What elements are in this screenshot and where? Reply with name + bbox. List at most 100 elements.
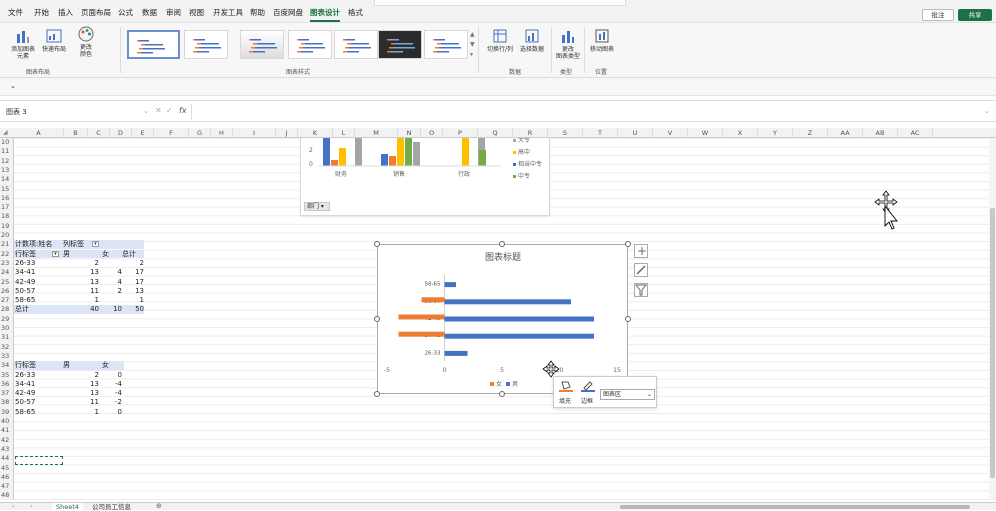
chart-style-thumb-4[interactable] — [288, 30, 332, 59]
table2-female-value[interactable]: -4 — [100, 389, 122, 398]
collapse-icon[interactable]: ⌄ — [10, 82, 16, 90]
pivot-row-label[interactable]: 26-33 — [15, 259, 35, 268]
pivot-female-value[interactable] — [100, 259, 122, 268]
row-header-45[interactable]: 45 — [0, 464, 14, 473]
column-header-V[interactable]: V — [653, 128, 688, 138]
row-header-47[interactable]: 47 — [0, 482, 14, 491]
pivot-total-header[interactable]: 总计 — [122, 250, 136, 259]
table2-male-value[interactable]: 11 — [77, 398, 99, 407]
row-header-10[interactable]: 10 — [0, 138, 14, 147]
pivot-row-label[interactable]: 34-41 — [15, 268, 35, 277]
tab-prev-icon[interactable]: ‹ — [12, 503, 14, 510]
menu-item-8[interactable]: 开发工具 — [213, 7, 243, 18]
search-box[interactable] — [374, 0, 626, 6]
table2-female-value[interactable]: -4 — [100, 380, 122, 389]
row-header-28[interactable]: 28 — [0, 305, 14, 314]
pivot-male-value[interactable]: 2 — [77, 259, 99, 268]
row-header-36[interactable]: 36 — [0, 380, 14, 389]
pivot-female-value[interactable]: 4 — [100, 278, 122, 287]
row-header-32[interactable]: 32 — [0, 343, 14, 352]
table2-female-header[interactable]: 女 — [102, 361, 109, 370]
vertical-scroll-thumb[interactable] — [990, 208, 995, 478]
row-header-14[interactable]: 14 — [0, 175, 14, 184]
confirm-icon[interactable]: ✓ — [166, 106, 173, 115]
pivot-grand-total-value[interactable]: 50 — [122, 305, 144, 314]
menu-item-4[interactable]: 公式 — [118, 7, 133, 18]
column-header-AA[interactable]: AA — [828, 128, 863, 138]
resize-handle-2[interactable] — [625, 241, 631, 247]
menu-item-7[interactable]: 视图 — [189, 7, 204, 18]
column-header-O[interactable]: O — [421, 128, 443, 138]
column-header-S[interactable]: S — [548, 128, 583, 138]
border-button[interactable] — [581, 380, 597, 392]
move-chart-button[interactable]: 移动图表 — [588, 28, 616, 53]
table2-row-label[interactable]: 26-33 — [15, 371, 35, 380]
row-header-40[interactable]: 40 — [0, 417, 14, 426]
column-header-K[interactable]: K — [298, 128, 333, 138]
column-header-L[interactable]: L — [333, 128, 355, 138]
pivot-col-label-header[interactable]: 列标签 — [63, 240, 84, 249]
column-header-W[interactable]: W — [688, 128, 723, 138]
column-header-H[interactable]: H — [211, 128, 233, 138]
row-header-21[interactable]: 21 — [0, 240, 14, 249]
chart-styles-button[interactable] — [634, 263, 648, 277]
chart-elements-button[interactable]: + — [634, 244, 648, 258]
pivot-grand-total-male[interactable]: 40 — [77, 305, 99, 314]
pivot-female-value[interactable]: 4 — [100, 268, 122, 277]
row-header-22[interactable]: 22 — [0, 250, 14, 259]
row-header-37[interactable]: 37 — [0, 389, 14, 398]
pivot-male-header[interactable]: 男 — [63, 250, 70, 259]
chart-filters-button[interactable] — [634, 283, 648, 297]
menu-item-10[interactable]: 百度网盘 — [273, 7, 303, 18]
name-box[interactable]: 图表 3 — [3, 105, 143, 119]
row-header-18[interactable]: 18 — [0, 212, 14, 221]
pivot-total-value[interactable]: 17 — [122, 278, 144, 287]
table2-row-label[interactable]: 50-57 — [15, 398, 35, 407]
chart-style-thumb-5[interactable] — [334, 30, 378, 59]
row-header-46[interactable]: 46 — [0, 473, 14, 482]
resize-handle-3[interactable] — [374, 316, 380, 322]
pivot-grand-total-female[interactable]: 10 — [100, 305, 122, 314]
row-header-26[interactable]: 26 — [0, 287, 14, 296]
column-header-C[interactable]: C — [88, 128, 110, 138]
row-header-23[interactable]: 23 — [0, 259, 14, 268]
resize-handle-0[interactable] — [374, 241, 380, 247]
column-header-A[interactable]: A — [14, 128, 64, 138]
quick-layout-button[interactable]: 快速布局 — [40, 28, 68, 53]
column-header-Y[interactable]: Y — [758, 128, 793, 138]
row-header-20[interactable]: 20 — [0, 231, 14, 240]
pivot-grand-total-label[interactable]: 总计 — [15, 305, 29, 314]
row-header-19[interactable]: 19 — [0, 222, 14, 231]
row-header-34[interactable]: 34 — [0, 361, 14, 370]
row-header-13[interactable]: 13 — [0, 166, 14, 175]
table2-male-value[interactable]: 2 — [77, 371, 99, 380]
pivot-male-value[interactable]: 13 — [77, 278, 99, 287]
resize-handle-5[interactable] — [374, 391, 380, 397]
pivot-female-header[interactable]: 女 — [102, 250, 109, 259]
row-header-38[interactable]: 38 — [0, 398, 14, 407]
table2-male-header[interactable]: 男 — [63, 361, 70, 370]
row-header-16[interactable]: 16 — [0, 194, 14, 203]
column-header-M[interactable]: M — [355, 128, 398, 138]
table2-row-label[interactable]: 42-49 — [15, 389, 35, 398]
row-header-29[interactable]: 29 — [0, 315, 14, 324]
table2-female-value[interactable]: 0 — [100, 371, 122, 380]
column-header-B[interactable]: B — [64, 128, 88, 138]
menu-item-9[interactable]: 帮助 — [250, 7, 265, 18]
fx-icon[interactable]: fx — [179, 106, 187, 115]
row-header-17[interactable]: 17 — [0, 203, 14, 212]
chart-style-thumb-7[interactable] — [424, 30, 468, 59]
row-header-42[interactable]: 42 — [0, 436, 14, 445]
change-chart-type-button[interactable]: 更改 图表类型 — [555, 28, 581, 60]
column-header-D[interactable]: D — [110, 128, 132, 138]
column-header-E[interactable]: E — [132, 128, 154, 138]
chart-style-thumb-1[interactable] — [127, 30, 180, 59]
pivot-male-value[interactable]: 13 — [77, 268, 99, 277]
menu-item-2[interactable]: 插入 — [58, 7, 73, 18]
pivot-total-value[interactable]: 1 — [122, 296, 144, 305]
column-header-U[interactable]: U — [618, 128, 653, 138]
styles-scroll-up-icon[interactable]: ▲ — [470, 31, 475, 38]
column-header-R[interactable]: R — [513, 128, 548, 138]
styles-more-icon[interactable]: ▾ — [470, 51, 473, 58]
column-header-I[interactable]: I — [233, 128, 276, 138]
